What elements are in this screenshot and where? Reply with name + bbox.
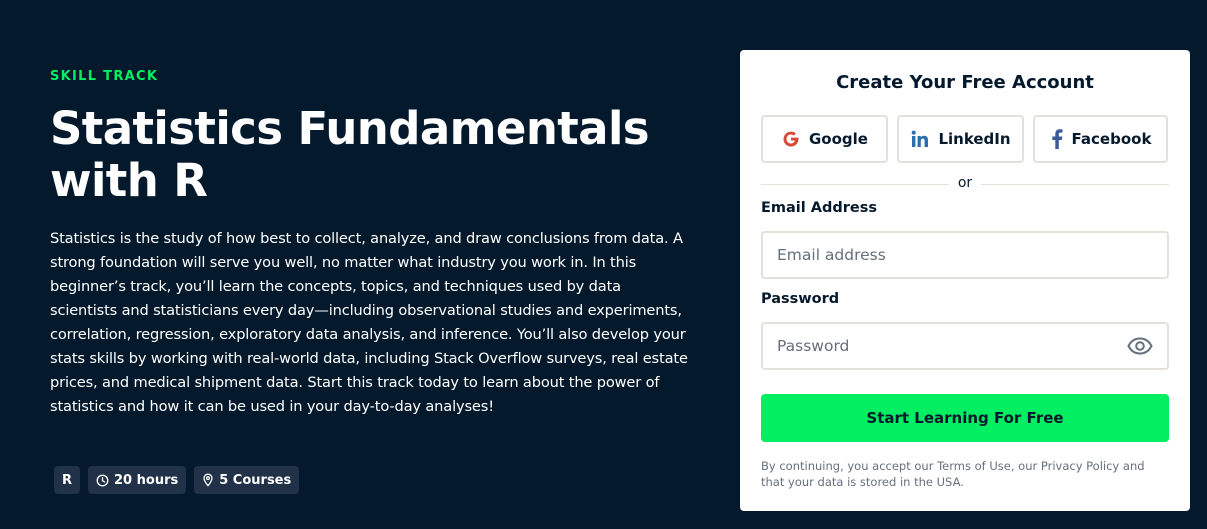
track-tags: R 20 hours 5 Courses [54, 466, 300, 494]
google-login-label: Google [809, 130, 868, 148]
duration-tag: 20 hours [88, 466, 187, 494]
facebook-login-label: Facebook [1071, 130, 1152, 148]
facebook-icon [1051, 129, 1063, 149]
or-divider: or [761, 174, 1169, 194]
duration-tag-label: 20 hours [114, 472, 179, 488]
location-pin-icon [203, 473, 213, 487]
track-description: Statistics is the study of how best to c… [50, 230, 688, 415]
track-hero: SKILL TRACK Statistics Fundamentals with… [50, 69, 690, 419]
eye-icon[interactable] [1127, 333, 1153, 359]
google-icon [783, 131, 799, 147]
linkedin-login-label: LinkedIn [938, 130, 1011, 148]
technology-tag: R [54, 466, 81, 494]
courses-tag-label: 5 Courses [219, 472, 292, 488]
clock-icon [96, 474, 109, 486]
linkedin-icon [912, 130, 929, 147]
facebook-login-button[interactable]: Facebook [1033, 115, 1168, 163]
divider-text: or [957, 175, 973, 191]
track-type-label: SKILL TRACK [50, 69, 159, 84]
legal-notice: By continuing, you accept our Terms of U… [761, 459, 1145, 489]
social-login-row: Google LinkedIn Facebook [761, 115, 1168, 163]
page: SKILL TRACK Statistics Fundamentals with… [0, 0, 1207, 529]
password-placeholder: Password [777, 337, 850, 355]
linkedin-login-button[interactable]: LinkedIn [897, 115, 1024, 163]
page-title: Statistics Fundamentals with R [50, 102, 650, 207]
google-login-button[interactable]: Google [761, 115, 888, 163]
password-label: Password [761, 291, 840, 307]
email-placeholder: Email address [777, 246, 886, 264]
signup-title: Create Your Free Account [836, 72, 1094, 93]
email-label: Email Address [761, 200, 878, 216]
email-field[interactable]: Email address [761, 231, 1169, 279]
courses-tag: 5 Courses [194, 466, 300, 494]
start-learning-button[interactable]: Start Learning For Free [761, 394, 1169, 442]
signup-card: Create Your Free Account Google LinkedIn [740, 50, 1190, 511]
technology-tag-label: R [62, 472, 73, 488]
password-field[interactable]: Password [761, 322, 1169, 370]
